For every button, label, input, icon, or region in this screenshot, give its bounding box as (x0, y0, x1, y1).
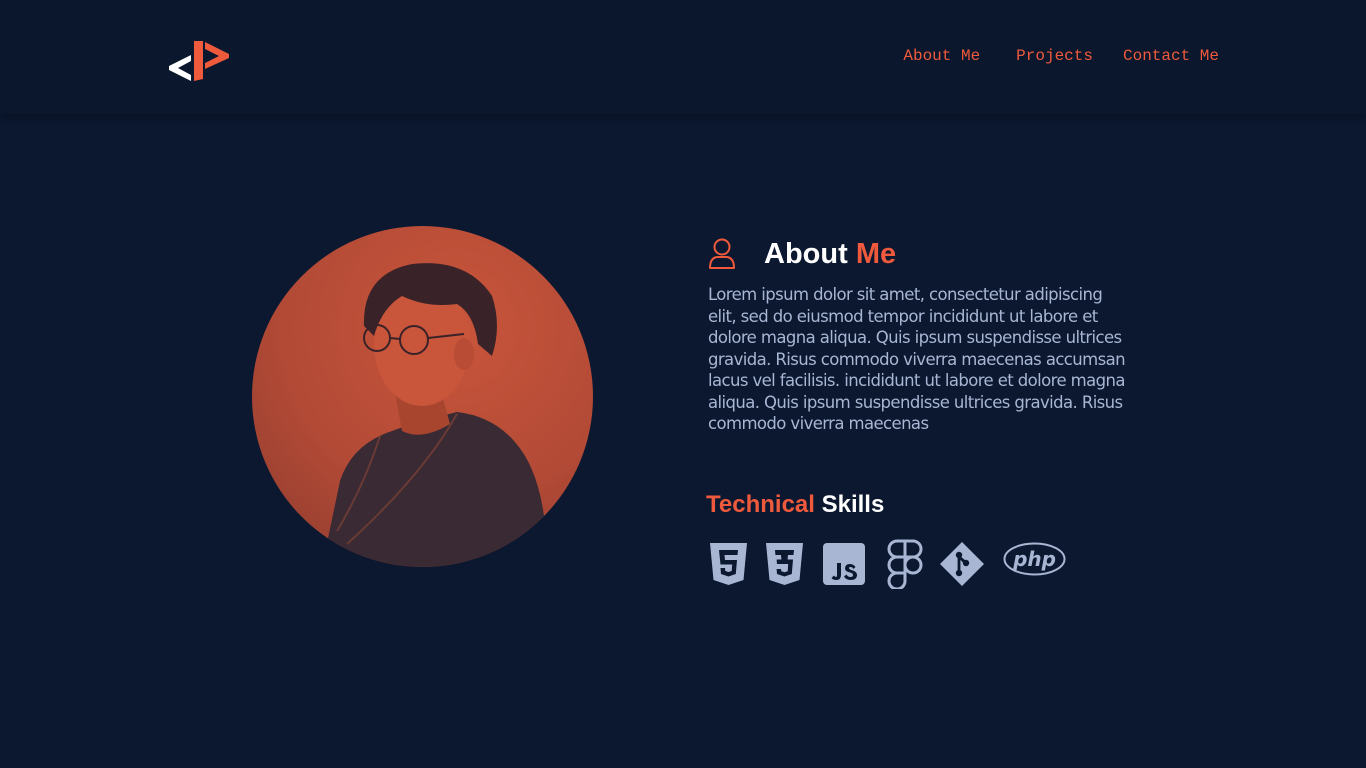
person-silhouette (322, 263, 552, 567)
nav-projects[interactable]: Projects (1016, 46, 1093, 66)
about-title-accent: Me (855, 238, 897, 270)
about-heading: About Me (708, 236, 896, 272)
php-label: php (1012, 547, 1056, 571)
about-title-white: About (764, 238, 856, 270)
profile-photo (252, 226, 593, 567)
user-icon (709, 238, 735, 269)
about-title: About Me (764, 236, 896, 272)
top-header: About Me Projects Contact Me (0, 0, 1366, 114)
skills-title-accent: Technical (706, 491, 815, 518)
main-nav: About Me Projects Contact Me (903, 46, 1219, 66)
javascript-icon (823, 543, 865, 585)
git-icon (940, 542, 984, 586)
css3-icon (766, 543, 803, 585)
nav-contact-me[interactable]: Contact Me (1123, 46, 1219, 66)
figma-icon (887, 539, 923, 589)
php-icon: php (1003, 542, 1066, 576)
code-bracket-logo-icon[interactable] (167, 38, 231, 82)
skills-title-white: Skills (814, 491, 885, 518)
skills-title: Technical Skills (706, 490, 884, 520)
html5-icon (710, 543, 747, 585)
about-bio: Lorem ipsum dolor sit amet, consectetur … (708, 285, 1126, 433)
nav-about-me[interactable]: About Me (903, 46, 980, 66)
